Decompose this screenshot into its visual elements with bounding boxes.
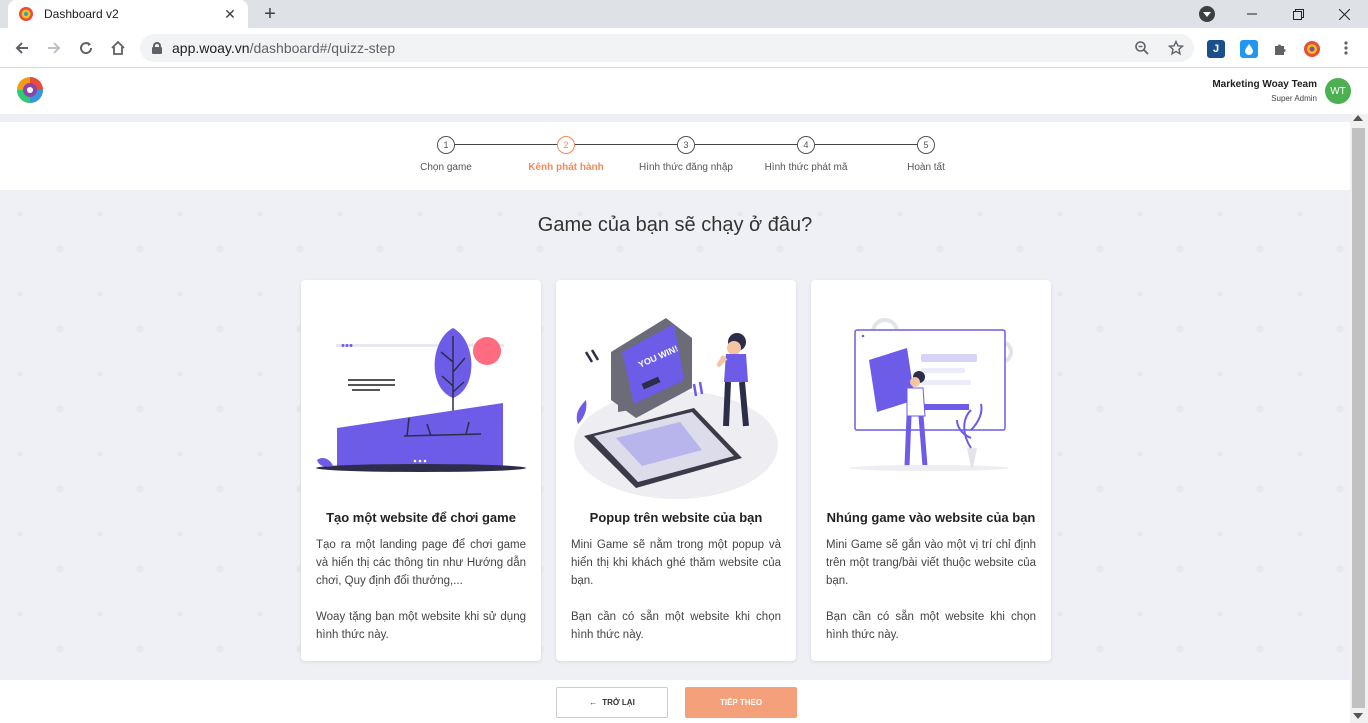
- card-note: Woay tặng bạn một website khi sử dụng hì…: [316, 611, 526, 641]
- extensions-puzzle-icon[interactable]: [1271, 40, 1289, 58]
- browser-tabbar: Dashboard v2 ✕ +: [0, 0, 1368, 28]
- minimize-icon[interactable]: [1229, 0, 1275, 28]
- browser-tab[interactable]: Dashboard v2 ✕: [8, 0, 248, 28]
- step-5-number[interactable]: 5: [917, 136, 935, 154]
- card-title: Tạo một website để chơi game: [326, 510, 516, 525]
- step-5-label: Hoàn tất: [907, 162, 945, 173]
- step-connector: [815, 144, 917, 145]
- stepper: 1 2 3 4 5 Chọn game Kênh phát hành Hình …: [0, 122, 1350, 190]
- reload-icon[interactable]: [74, 36, 98, 60]
- popup-illustration: YOU WIN!: [556, 300, 796, 500]
- profile-menu-icon[interactable]: [1199, 6, 1215, 22]
- card-description: Tạo ra một landing page để chơi game và …: [316, 539, 526, 587]
- user-name: Marketing Woay Team: [1212, 79, 1317, 90]
- step-3-label: Hình thức đăng nhập: [639, 162, 733, 173]
- card-title: Nhúng game vào website của bạn: [826, 510, 1036, 525]
- website-illustration: [301, 300, 541, 500]
- option-card-popup[interactable]: YOU WIN! Popup trên website của bạn Mini…: [556, 280, 796, 661]
- scrollbar-thumb[interactable]: [1352, 128, 1365, 708]
- next-button[interactable]: TIẾP THEO: [685, 687, 797, 718]
- woay-favicon-icon: [18, 6, 34, 22]
- step-3-number[interactable]: 3: [677, 136, 695, 154]
- app-header: Marketing Woay Team Super Admin WT: [0, 68, 1368, 114]
- extension-j-icon[interactable]: J: [1207, 40, 1225, 58]
- extension-drop-icon[interactable]: [1240, 40, 1258, 58]
- page-question: Game của bạn sẽ chạy ở đâu?: [537, 214, 813, 236]
- step-2-number[interactable]: 2: [557, 136, 575, 154]
- zoom-icon[interactable]: [1134, 40, 1150, 59]
- back-button-label: TRỞ LẠI: [602, 698, 635, 707]
- avatar[interactable]: WT: [1325, 78, 1351, 104]
- step-2-label: Kênh phát hành: [528, 162, 604, 173]
- step-4-number[interactable]: 4: [797, 136, 815, 154]
- new-tab-button[interactable]: +: [258, 3, 282, 25]
- step-connector: [454, 144, 557, 145]
- step-4-label: Hình thức phát mã: [764, 162, 848, 173]
- forward-arrow-icon[interactable]: [42, 36, 66, 60]
- embed-illustration: [811, 300, 1051, 500]
- step-connector: [695, 144, 797, 145]
- woay-logo[interactable]: [16, 76, 44, 104]
- home-icon[interactable]: [106, 36, 130, 60]
- close-window-icon[interactable]: [1321, 0, 1367, 28]
- browser-toolbar: app.woay.vn/dashboard#/quizz-step J: [0, 28, 1368, 68]
- chrome-menu-icon[interactable]: [1334, 36, 1358, 60]
- address-bar[interactable]: app.woay.vn/dashboard#/quizz-step: [140, 34, 1194, 62]
- card-title: Popup trên website của bạn: [589, 510, 763, 525]
- step-connector: [575, 144, 677, 145]
- card-note: Bạn cần có sẵn một website khi chọn hình…: [571, 611, 781, 641]
- restore-icon[interactable]: [1275, 0, 1321, 28]
- scroll-up-arrow-icon[interactable]: [1353, 115, 1363, 121]
- footer-actions: ← TRỞ LẠI TIẾP THEO: [0, 680, 1350, 723]
- tab-title: Dashboard v2: [44, 7, 119, 21]
- step-1-label: Chọn game: [420, 162, 472, 173]
- card-description: Mini Game sẽ nằm trong một popup và hiển…: [571, 539, 781, 587]
- back-button[interactable]: ← TRỞ LẠI: [556, 687, 668, 718]
- scroll-down-arrow-icon[interactable]: [1353, 713, 1363, 719]
- back-arrow-icon: ←: [589, 698, 598, 707]
- back-arrow-icon[interactable]: [10, 36, 34, 60]
- option-card-embed[interactable]: Nhúng game vào website của bạn Mini Game…: [811, 280, 1051, 661]
- main-content: 1 2 3 4 5 Chọn game Kênh phát hành Hình …: [0, 114, 1350, 723]
- card-description: Mini Game sẽ gắn vào một vị trí chỉ định…: [826, 539, 1036, 587]
- option-card-website[interactable]: Tạo một website để chơi game Tạo ra một …: [301, 280, 541, 661]
- step-1-number[interactable]: 1: [437, 136, 455, 154]
- card-note: Bạn cần có sẵn một website khi chọn hình…: [826, 611, 1036, 641]
- user-role: Super Admin: [1271, 94, 1317, 103]
- woay-extension-icon[interactable]: [1303, 40, 1321, 58]
- tab-close-icon[interactable]: ✕: [222, 6, 238, 23]
- lock-icon: [152, 42, 162, 54]
- url-text: app.woay.vn/dashboard#/quizz-step: [172, 40, 396, 56]
- bookmark-star-icon[interactable]: [1167, 39, 1185, 59]
